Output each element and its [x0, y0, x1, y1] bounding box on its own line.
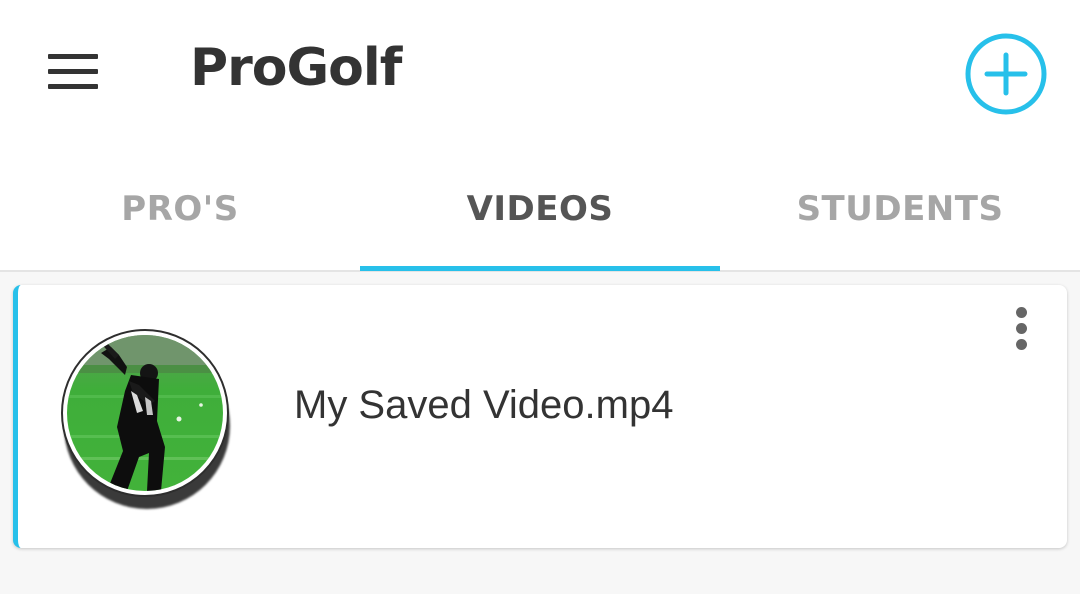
- app-bar: ProGolf: [0, 0, 1080, 150]
- add-icon[interactable]: [962, 30, 1050, 118]
- tab-bar: PRO'S VIDEOS STUDENTS: [0, 150, 1080, 272]
- video-thumbnail[interactable]: [61, 329, 229, 497]
- menu-icon-bar: [48, 69, 98, 74]
- menu-icon[interactable]: [40, 44, 106, 100]
- tab-videos[interactable]: VIDEOS: [360, 150, 720, 270]
- video-list-item[interactable]: My Saved Video.mp4: [13, 285, 1067, 548]
- app-title: ProGolf: [190, 38, 402, 98]
- video-title: My Saved Video.mp4: [294, 383, 674, 427]
- tab-students[interactable]: STUDENTS: [720, 150, 1080, 270]
- menu-icon-bar: [48, 54, 98, 59]
- tab-pros[interactable]: PRO'S: [0, 150, 360, 270]
- more-vert-icon[interactable]: [1002, 301, 1040, 357]
- more-vert-dot: [1016, 323, 1027, 334]
- menu-icon-bar: [48, 84, 98, 89]
- more-vert-dot: [1016, 307, 1027, 318]
- active-tab-indicator: [360, 266, 720, 271]
- golfer-swing-image: [67, 335, 223, 491]
- more-vert-dot: [1016, 339, 1027, 350]
